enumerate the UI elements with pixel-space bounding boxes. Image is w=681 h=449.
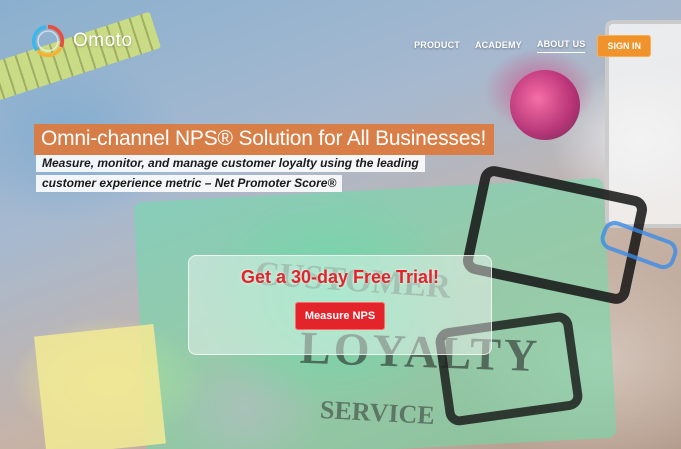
brand-logo[interactable]: Omoto bbox=[29, 22, 133, 60]
measure-nps-button[interactable]: Measure NPS bbox=[294, 302, 386, 330]
nav-about-us[interactable]: ABOUT US bbox=[536, 39, 586, 53]
trial-title: Get a 30-day Free Trial! bbox=[240, 267, 440, 287]
yarn-ball-decoration bbox=[510, 70, 580, 140]
brand-name: Omoto bbox=[73, 30, 133, 51]
service-word-decoration: SERVICE bbox=[319, 395, 436, 430]
nav-academy[interactable]: ACADEMY bbox=[475, 40, 522, 53]
nav-product[interactable]: PRODUCT bbox=[414, 40, 460, 53]
main-nav: PRODUCT ACADEMY ABOUT US SIGN IN bbox=[399, 35, 651, 57]
hero-subline-2: customer experience metric – Net Promote… bbox=[36, 175, 343, 192]
hero-headline: Omni-channel NPS® Solution for All Busin… bbox=[34, 124, 495, 155]
sticky-note-decoration bbox=[34, 324, 166, 449]
trial-card: Get a 30-day Free Trial! Measure NPS bbox=[188, 255, 492, 355]
sign-in-button[interactable]: SIGN IN bbox=[597, 35, 651, 57]
ring-logo-icon bbox=[31, 24, 65, 58]
site-header: Omoto PRODUCT ACADEMY ABOUT US SIGN IN bbox=[0, 0, 681, 80]
hero-subline-1: Measure, monitor, and manage customer lo… bbox=[36, 155, 425, 172]
